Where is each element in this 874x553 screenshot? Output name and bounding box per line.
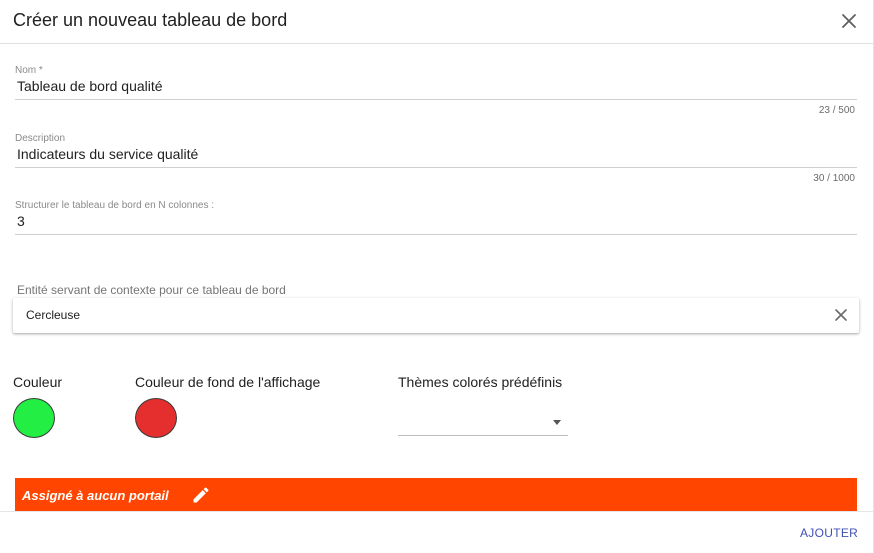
dropdown-arrow-icon <box>553 420 561 425</box>
description-field[interactable]: Description Indicateurs du service quali… <box>15 133 857 189</box>
add-button[interactable]: AJOUTER <box>800 526 858 540</box>
dialog-title: Créer un nouveau tableau de bord <box>13 10 288 30</box>
close-icon <box>842 14 856 28</box>
columns-field-value[interactable]: 3 <box>17 213 25 229</box>
entity-value[interactable]: Cercleuse <box>26 308 80 322</box>
columns-field-underline <box>15 234 857 235</box>
color-swatch[interactable] <box>13 398 55 438</box>
columns-field[interactable]: Structurer le tableau de bord en N colon… <box>15 200 857 240</box>
dialog-header: Créer un nouveau tableau de bord <box>0 0 874 44</box>
description-char-counter: 30 / 1000 <box>813 173 855 184</box>
description-field-underline <box>15 167 857 168</box>
clear-icon <box>835 309 847 321</box>
description-field-value[interactable]: Indicateurs du service qualité <box>17 146 198 162</box>
themes-label: Thèmes colorés prédéfinis <box>398 374 563 390</box>
name-field-underline <box>15 99 857 100</box>
name-field-value[interactable]: Tableau de bord qualité <box>17 78 163 94</box>
themes-select[interactable] <box>398 410 568 436</box>
background-color-swatch[interactable] <box>135 398 177 438</box>
entity-clear-button[interactable] <box>834 308 848 322</box>
name-field-label: Nom * <box>15 65 43 76</box>
columns-field-label: Structurer le tableau de bord en N colon… <box>15 200 215 211</box>
name-char-counter: 23 / 500 <box>818 105 855 116</box>
portal-assignment-text: Assigné à aucun portail <box>22 488 169 503</box>
entity-autocomplete[interactable]: Cercleuse <box>13 298 859 333</box>
name-field[interactable]: Nom * Tableau de bord qualité 23 / 500 <box>15 65 857 121</box>
color-label: Couleur <box>13 374 63 390</box>
portal-assignment-banner: Assigné à aucun portail <box>15 478 857 511</box>
edit-portal-button[interactable] <box>191 485 211 505</box>
dialog-footer: AJOUTER <box>0 511 874 553</box>
description-field-label: Description <box>15 133 66 144</box>
close-button[interactable] <box>838 10 860 32</box>
background-color-label: Couleur de fond de l'affichage <box>135 374 321 390</box>
entity-label: Entité servant de contexte pour ce table… <box>17 283 286 297</box>
pencil-icon <box>193 487 209 503</box>
create-dashboard-dialog: Créer un nouveau tableau de bord Nom * T… <box>0 0 874 553</box>
